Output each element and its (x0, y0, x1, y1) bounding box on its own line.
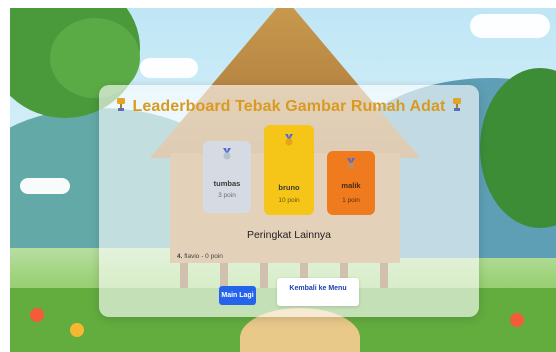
back-to-menu-button[interactable]: Kembali ke Menu (277, 278, 359, 306)
podium-first-place: bruno 10 poin (264, 125, 314, 215)
flower (70, 323, 84, 337)
cloud (470, 14, 550, 38)
leaderboard-title: Leaderboard Tebak Gambar Rumah Adat (132, 98, 446, 115)
play-again-button[interactable]: Main Lagi (219, 286, 256, 305)
podium-second-place: tumbas 3 poin (203, 141, 251, 213)
leaderboard-title-row: Leaderboard Tebak Gambar Rumah Adat (99, 98, 479, 116)
flower (510, 313, 524, 327)
medal-icon (347, 158, 355, 170)
player-points: 1 poin (342, 197, 360, 204)
medal-icon (285, 134, 293, 146)
rank-number: 4. (177, 253, 183, 260)
player-points: 10 poin (278, 197, 300, 204)
flower (30, 308, 44, 322)
other-rankings-heading: Peringkat Lainnya (246, 229, 332, 241)
rank-text: flavio - 0 poin (184, 253, 223, 260)
podium-third-place: malik 1 poin (327, 151, 375, 215)
list-item: 4. flavio - 0 poin (177, 253, 223, 260)
trophy-icon (116, 98, 125, 111)
player-name: malik (341, 181, 361, 190)
leaderboard-card: Leaderboard Tebak Gambar Rumah Adat tumb… (99, 85, 479, 317)
player-name: bruno (278, 183, 300, 192)
medal-icon (223, 148, 231, 160)
cloud (140, 58, 198, 78)
player-name: tumbas (213, 179, 241, 188)
trophy-icon (453, 98, 462, 111)
cloud (20, 178, 70, 194)
player-points: 3 poin (218, 192, 236, 199)
